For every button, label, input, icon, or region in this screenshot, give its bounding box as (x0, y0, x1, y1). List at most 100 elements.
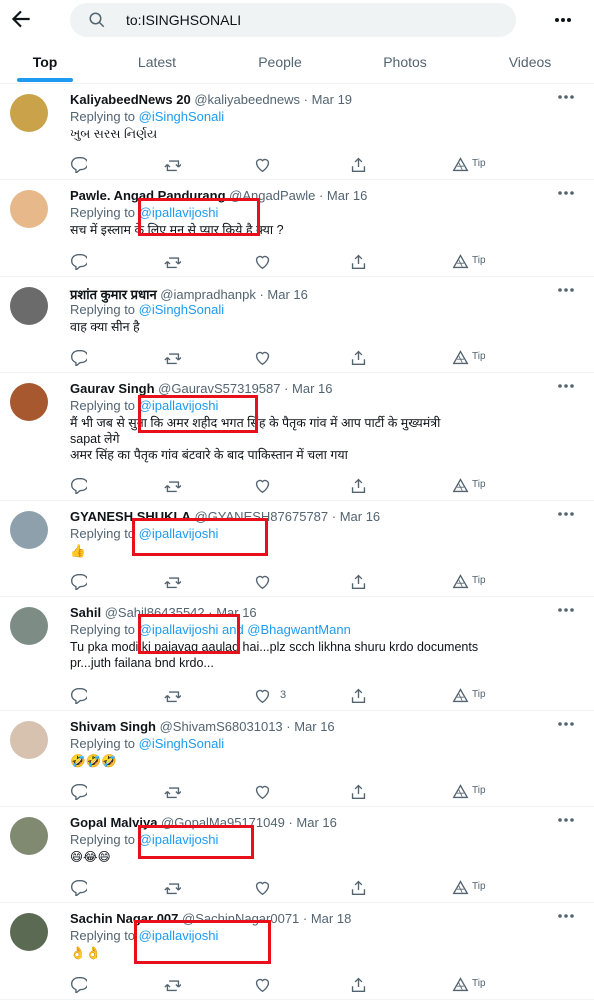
mention-link[interactable]: @ipallavijoshi (139, 928, 219, 943)
more-dots-icon[interactable] (556, 911, 576, 921)
tweet[interactable]: Shivam Singh @ShivamS68031013 · Mar 16 R… (0, 711, 594, 807)
heart-icon[interactable] (254, 783, 271, 801)
avatar[interactable] (10, 511, 48, 549)
tip-button[interactable]: Tip (452, 156, 486, 174)
retweet-icon[interactable] (164, 879, 182, 897)
more-dots-icon[interactable] (556, 509, 576, 519)
mention-link[interactable]: @ipallavijoshi (139, 205, 219, 220)
mention-link[interactable]: @ipallavijoshi (139, 526, 219, 541)
heart-icon[interactable] (254, 879, 271, 897)
tweet[interactable]: Pawle. Angad Pandurang @AngadPawle · Mar… (0, 180, 594, 277)
more-dots-icon[interactable] (553, 10, 573, 30)
avatar[interactable] (10, 817, 48, 855)
share-icon[interactable] (350, 349, 367, 367)
search-input[interactable]: to:ISINGHSONALI (126, 12, 241, 28)
more-dots-icon[interactable] (556, 605, 576, 615)
share-icon[interactable] (350, 156, 367, 174)
retweet-icon[interactable] (164, 253, 182, 271)
avatar[interactable] (10, 721, 48, 759)
search-bar[interactable]: to:ISINGHSONALI (70, 3, 516, 37)
more-dots-icon[interactable] (556, 285, 576, 295)
retweet-icon[interactable] (164, 477, 182, 495)
tab-photos[interactable]: Photos (360, 44, 450, 84)
tweet[interactable]: Sahil @Sahil86435542 · Mar 16 Replying t… (0, 597, 594, 711)
tip-button[interactable]: Tip (452, 477, 486, 495)
tweet[interactable]: Gaurav Singh @GauravS57319587 · Mar 16 R… (0, 373, 594, 501)
heart-icon[interactable] (254, 477, 271, 495)
mention-link[interactable]: @iSinghSonali (139, 302, 224, 317)
tab-people[interactable]: People (235, 44, 325, 84)
share-icon[interactable] (350, 477, 367, 495)
share-icon[interactable] (350, 879, 367, 897)
avatar[interactable] (10, 94, 48, 132)
tweet[interactable]: KaliyabeedNews 20 @kaliyabeednews · Mar … (0, 84, 594, 180)
avatar[interactable] (10, 607, 48, 645)
tab-latest[interactable]: Latest (112, 44, 202, 84)
mention-link[interactable]: @ipallavijoshi (139, 398, 219, 413)
tip-button[interactable]: Tip (452, 573, 486, 591)
retweet-icon[interactable] (164, 783, 182, 801)
more-dots-icon[interactable] (556, 815, 576, 825)
tweet[interactable]: प्रशांत कुमार प्रधान @iampradhanpk · Mar… (0, 277, 594, 373)
display-name[interactable]: Gaurav Singh (70, 381, 155, 396)
retweet-icon[interactable] (164, 687, 182, 705)
reply-icon[interactable] (70, 349, 89, 368)
share-icon[interactable] (350, 783, 367, 801)
tweet[interactable]: Sachin Nagar 007 @SachinNagar0071 · Mar … (0, 903, 594, 1000)
avatar[interactable] (10, 383, 48, 421)
tip-button[interactable]: Tip (452, 783, 486, 801)
display-name[interactable]: Sahil (70, 605, 101, 620)
tab-videos[interactable]: Videos (485, 44, 575, 84)
tip-button[interactable]: Tip (452, 687, 486, 705)
avatar[interactable] (10, 190, 48, 228)
more-dots-icon[interactable] (556, 719, 576, 729)
display-name[interactable]: Sachin Nagar 007 (70, 911, 178, 926)
reply-icon[interactable] (70, 976, 89, 995)
tip-button[interactable]: Tip (452, 976, 486, 994)
reply-icon[interactable] (70, 156, 89, 175)
more-dots-icon[interactable] (556, 188, 576, 198)
tweet[interactable]: GYANESH SHUKLA @GYANESH87675787 · Mar 16… (0, 501, 594, 597)
avatar[interactable] (10, 913, 48, 951)
share-icon[interactable] (350, 573, 367, 591)
display-name[interactable]: Shivam Singh (70, 719, 156, 734)
heart-icon[interactable] (254, 253, 271, 271)
reply-icon[interactable] (70, 783, 89, 802)
mention-link[interactable]: @ipallavijoshi (139, 622, 219, 637)
share-icon[interactable] (350, 253, 367, 271)
tip-button[interactable]: Tip (452, 879, 486, 897)
reply-icon[interactable] (70, 573, 89, 592)
more-dots-icon[interactable] (556, 92, 576, 102)
tip-button[interactable]: Tip (452, 349, 486, 367)
display-name[interactable]: GYANESH SHUKLA (70, 509, 191, 524)
reply-icon[interactable] (70, 253, 89, 272)
share-icon[interactable] (350, 976, 367, 994)
arrow-left-icon[interactable] (8, 6, 34, 32)
avatar[interactable] (10, 287, 48, 325)
retweet-icon[interactable] (164, 349, 182, 367)
reply-icon[interactable] (70, 477, 89, 496)
heart-icon[interactable] (254, 573, 271, 591)
share-icon[interactable] (350, 687, 367, 705)
mention-link[interactable]: @ipallavijoshi (139, 832, 219, 847)
retweet-icon[interactable] (164, 573, 182, 591)
heart-icon[interactable] (254, 156, 271, 174)
mention-link[interactable]: and @BhagwantMann (222, 622, 351, 637)
heart-icon[interactable] (254, 349, 271, 367)
mention-link[interactable]: @iSinghSonali (139, 109, 224, 124)
tweet[interactable]: Gopal Malviya @GopalMa95171049 · Mar 16 … (0, 807, 594, 903)
retweet-icon[interactable] (164, 156, 182, 174)
retweet-icon[interactable] (164, 976, 182, 994)
heart-icon[interactable]: 3 (254, 687, 286, 705)
reply-icon[interactable] (70, 687, 89, 706)
tab-top[interactable]: Top (0, 44, 90, 84)
mention-link[interactable]: @iSinghSonali (139, 736, 224, 751)
display-name[interactable]: Gopal Malviya (70, 815, 157, 830)
display-name[interactable]: KaliyabeedNews 20 (70, 92, 191, 107)
more-dots-icon[interactable] (556, 381, 576, 391)
heart-icon[interactable] (254, 976, 271, 994)
tip-button[interactable]: Tip (452, 253, 486, 271)
display-name[interactable]: Pawle. Angad Pandurang (70, 188, 226, 203)
reply-icon[interactable] (70, 879, 89, 898)
display-name[interactable]: प्रशांत कुमार प्रधान (70, 287, 157, 302)
